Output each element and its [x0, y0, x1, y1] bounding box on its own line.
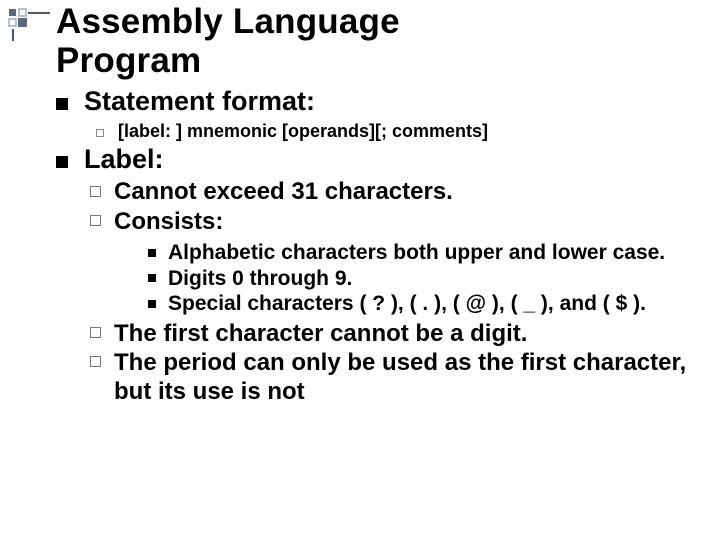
label-consists-heading: Consists:: [114, 208, 223, 235]
statement-format-syntax: [label: ] mnemonic [operands][; comments…: [96, 121, 690, 142]
label-rule-first-char: The first character cannot be a digit.: [90, 319, 690, 348]
consists-digits: Digits 0 through 9.: [148, 266, 690, 292]
statement-format-heading: Statement format:: [84, 86, 315, 116]
consists-alphabetic: Alphabetic characters both upper and low…: [148, 240, 690, 266]
label-consists: Consists: Alphabetic characters both upp…: [90, 207, 690, 317]
label-rule-cannot-exceed: Cannot exceed 31 characters.: [90, 177, 690, 206]
title-line-2: Program: [56, 41, 201, 80]
slide-body: Statement format: [label: ] mnemonic [op…: [0, 80, 720, 406]
label-rule-period: The period can only be used as the first…: [90, 348, 690, 407]
slide: Assembly Language Program Statement form…: [0, 0, 720, 540]
slide-title: Assembly Language Program: [0, 0, 720, 80]
section-label: Label: Cannot exceed 31 characters. Cons…: [56, 144, 690, 406]
consists-special: Special characters ( ? ), ( . ), ( @ ), …: [148, 291, 690, 317]
title-line-1: Assembly Language: [56, 2, 400, 41]
label-heading: Label:: [84, 144, 164, 174]
section-statement-format: Statement format: [label: ] mnemonic [op…: [56, 86, 690, 142]
